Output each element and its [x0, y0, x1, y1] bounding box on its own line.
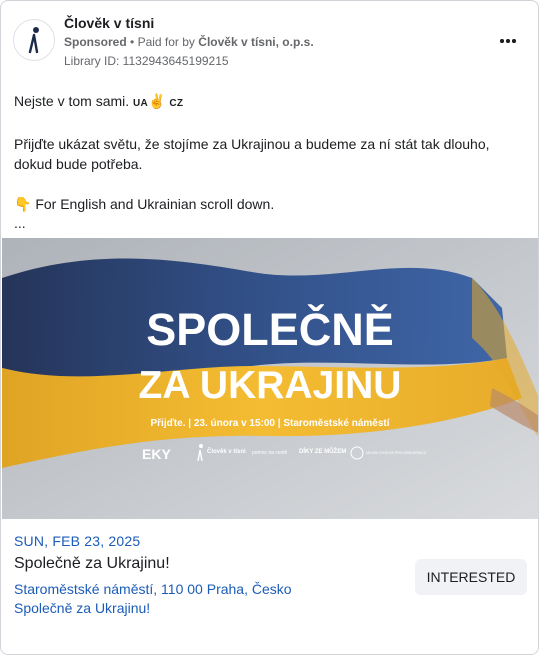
logo-clovek-text: Člověk v tísni — [207, 448, 246, 455]
more-options-button[interactable] — [490, 29, 526, 53]
victory-hand-icon: ✌️ — [148, 93, 166, 109]
body-line-1: Nejste v tom sami. UA✌️ CZ — [14, 91, 524, 114]
logo-diky: DÍKY ZE MŮŽEM — [299, 447, 346, 455]
sponsored-line: Sponsored • Paid for by Člověk v tísni, … — [64, 35, 314, 49]
see-more-ellipsis[interactable]: ... — [14, 216, 524, 230]
hero-image-svg: SPOLEČNĚ ZA UKRAJINU Přijďte. | 23. únor… — [2, 238, 538, 519]
event-subtitle[interactable]: Společně za Ukrajinu! — [14, 600, 150, 616]
event-date: SUN, FEB 23, 2025 — [14, 533, 141, 549]
page-name[interactable]: Člověk v tísni — [64, 15, 154, 31]
payer-name: Člověk v tísni, o.p.s. — [198, 35, 314, 49]
event-location[interactable]: Staroměstské náměstí, 110 00 Praha, Česk… — [14, 581, 292, 597]
cz-flag-code: CZ — [169, 98, 184, 109]
pointing-down-icon: 👇 — [14, 196, 32, 212]
hero-headline-2: ZA UKRAJINU — [139, 364, 402, 407]
ad-header: Člověk v tísni Sponsored • Paid for by Č… — [13, 13, 526, 73]
hero-headline-1: SPOLEČNĚ — [146, 304, 394, 355]
logo-eky: EKY — [142, 446, 171, 462]
ad-body-text: Nejste v tom sami. UA✌️ CZ Přijďte ukáza… — [14, 91, 524, 230]
logo-pomoc: pomoc na cestě — [252, 450, 288, 456]
ad-hero-image[interactable]: SPOLEČNĚ ZA UKRAJINU Přijďte. | 23. únor… — [2, 238, 538, 519]
interested-button[interactable]: INTERESTED — [415, 559, 527, 595]
library-id: Library ID: 1132943645199215 — [64, 54, 229, 68]
ua-flag-code: UA — [133, 98, 149, 109]
page-avatar[interactable] — [13, 19, 55, 61]
event-footer: SUN, FEB 23, 2025 Společně za Ukrajinu! … — [1, 519, 538, 654]
body-line-2: Přijďte ukázat světu, že stojíme za Ukra… — [14, 136, 490, 172]
meta-separator: • — [130, 35, 138, 49]
hero-info-line: Přijďte. | 23. února v 15:00 | Staroměst… — [151, 418, 391, 429]
people-in-need-logo-icon — [28, 27, 39, 54]
body-line-3-text: For English and Ukrainian scroll down. — [35, 196, 275, 212]
sponsored-label: Sponsored — [64, 35, 127, 49]
more-horizontal-icon-dot — [506, 39, 510, 43]
logo-milion: MILION CHVILEK PRO DEMOKRACII — [366, 451, 426, 455]
ad-card: Člověk v tísni Sponsored • Paid for by Č… — [0, 0, 539, 655]
more-horizontal-icon-dot — [500, 39, 504, 43]
more-horizontal-icon-dot — [512, 39, 516, 43]
body-line-1-text: Nejste v tom sami. — [14, 93, 130, 109]
body-line-3: 👇 For English and Ukrainian scroll down. — [14, 194, 524, 214]
event-title[interactable]: Společně za Ukrajinu! — [14, 555, 170, 573]
paid-for-label: Paid for by — [137, 35, 195, 49]
